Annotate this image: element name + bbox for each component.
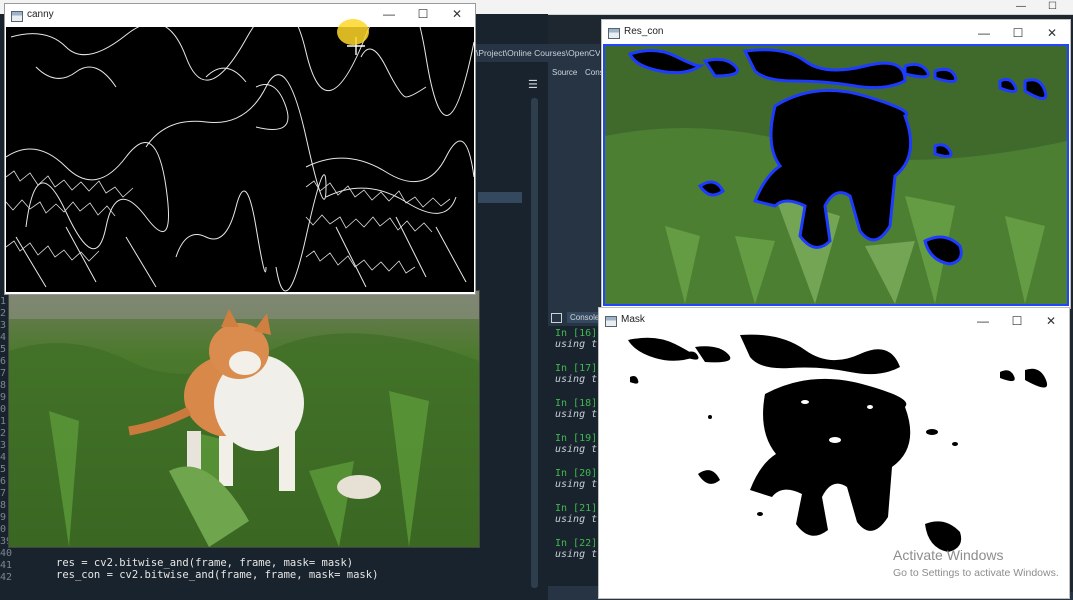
close-button[interactable]: ✕ (1042, 24, 1062, 42)
window-app-icon (608, 28, 620, 39)
window-app-icon (11, 11, 23, 22)
tab-source[interactable]: Source (552, 68, 577, 77)
maximize-button[interactable]: ☐ (1008, 24, 1028, 42)
watermark-subtitle: Go to Settings to activate Windows. (893, 567, 1059, 579)
close-button[interactable]: ✕ (447, 5, 467, 23)
console-prompt: In [16]: (555, 328, 600, 339)
contour-shapes (605, 46, 1067, 304)
console-header: Console (548, 310, 603, 326)
mouse-highlight (337, 19, 369, 45)
console-prompt: In [19]: (555, 433, 600, 444)
console-output-line: using tr (555, 444, 600, 455)
console-icon (551, 313, 562, 323)
editor-scrollbar[interactable] (531, 98, 538, 588)
console-prompt: In [22]: (555, 538, 600, 549)
window-title: canny (27, 9, 54, 20)
watermark-title: Activate Windows (893, 547, 1004, 563)
res-con-titlebar[interactable]: Res_con — ☐ ✕ (602, 20, 1070, 46)
contour-result-image (603, 44, 1069, 306)
code-line-40[interactable]: res = cv2.bitwise_and(frame, frame, mask… (56, 557, 353, 569)
console-prompt: In [21]: (555, 503, 600, 514)
minimize-button[interactable]: — (973, 312, 993, 330)
line-number: 42 (0, 572, 13, 583)
edge-lines (6, 27, 474, 292)
console-output-line: using tr (555, 479, 600, 490)
canny-titlebar[interactable]: canny — ☐ ✕ (5, 4, 475, 26)
code-line-41[interactable]: res_con = cv2.bitwise_and(frame, frame, … (56, 569, 378, 581)
hamburger-menu-icon[interactable]: ☰ (528, 78, 542, 92)
minimize-button[interactable]: — (974, 24, 994, 42)
pane-tabs: Source Cons (548, 64, 604, 82)
ide-minimize-button[interactable]: — (1016, 1, 1026, 12)
maximize-button[interactable]: ☐ (1007, 312, 1027, 330)
window-title: Mask (621, 314, 645, 325)
window-title: Res_con (624, 26, 664, 37)
console-output-line: using tr (555, 409, 600, 420)
console-output-line: using tr (555, 549, 600, 560)
cat-video-frame (9, 291, 479, 547)
maximize-button[interactable]: ☐ (413, 5, 433, 23)
ide-restore-button[interactable]: ☐ (1048, 1, 1057, 12)
close-button[interactable]: ✕ (1041, 312, 1061, 330)
res-con-window[interactable]: Res_con — ☐ ✕ (601, 19, 1071, 309)
line-number: 40 (0, 548, 13, 559)
window-app-icon (605, 316, 617, 327)
file-path-bar[interactable]: \Project\Online Courses\OpenCV\Le (476, 44, 600, 62)
canny-window[interactable]: canny — ☐ ✕ (4, 3, 476, 295)
frame-window[interactable] (8, 290, 480, 548)
line-number: 41 (0, 560, 13, 571)
console-output-line: using tr (555, 339, 600, 350)
console-output-line: using tr (555, 514, 600, 525)
minimize-button[interactable]: — (379, 5, 399, 23)
mask-titlebar[interactable]: Mask — ☐ ✕ (599, 308, 1069, 334)
console-prompt: In [18]: (555, 398, 600, 409)
console-output-line: using tr (555, 374, 600, 385)
console-prompt: In [20]: (555, 468, 600, 479)
console-output[interactable]: In [16]: using tr In [17]: using tr In [… (548, 326, 600, 586)
canny-edge-image (6, 27, 474, 292)
activate-windows-watermark: Activate Windows Go to Settings to activ… (893, 547, 1059, 579)
outline-selected-row[interactable] (478, 192, 522, 203)
console-prompt: In [17]: (555, 363, 600, 374)
